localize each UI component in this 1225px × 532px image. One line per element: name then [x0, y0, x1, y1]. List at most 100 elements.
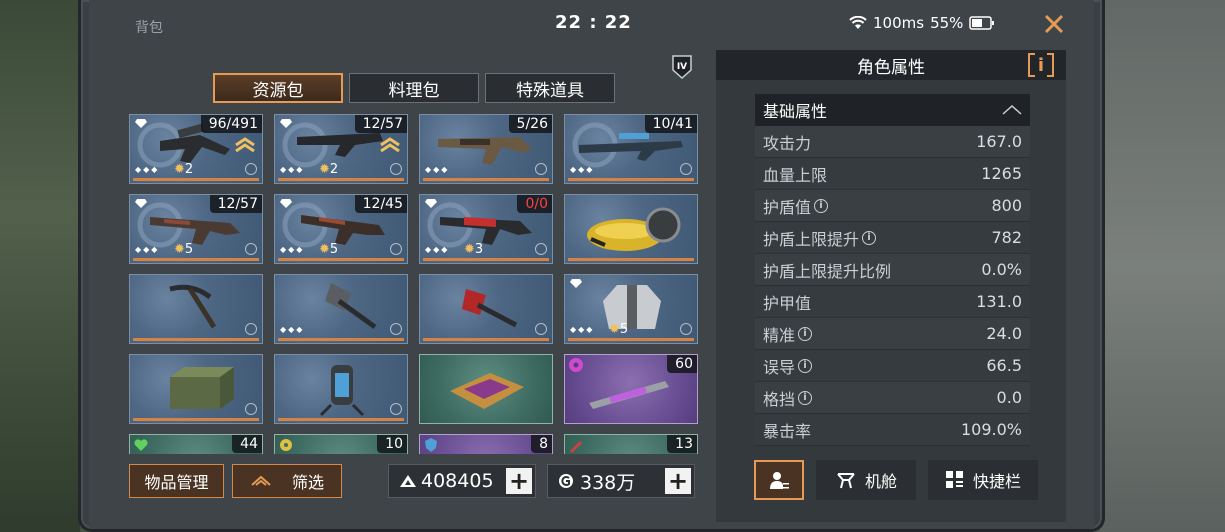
tab-food-pack[interactable]: 料理包	[349, 73, 479, 103]
tab-shortcut-bar[interactable]: 快捷栏	[928, 460, 1038, 500]
info-icon[interactable]: i	[862, 230, 877, 245]
tab-resource-pack[interactable]: 资源包	[213, 73, 343, 103]
diamond-icon	[570, 279, 582, 288]
inventory-item-row5-4[interactable]: 13	[564, 434, 698, 454]
attribute-row: 护盾值 i 800	[755, 190, 1030, 222]
item-count: 13	[667, 435, 697, 453]
attribute-name-text: 护盾上限提升比例	[763, 261, 892, 281]
quality-dots: ◆◆◆	[280, 165, 305, 174]
attributes-table: 基础属性 攻击力 167.0 血量上限 1265 护盾值 i 800 护盾上限提升 i 782 护盾…	[755, 94, 1030, 446]
shortcut-icon	[945, 471, 963, 488]
attribute-name-text: 护盾值	[763, 197, 812, 217]
durability-bar	[278, 178, 404, 181]
item-management-button[interactable]: 物品管理	[129, 464, 224, 498]
inventory-item-canister[interactable]	[274, 354, 408, 424]
inventory-item-rifle-4[interactable]: 12/57 ◆◆◆ ✹5	[129, 194, 263, 264]
inventory-item-rifle-1[interactable]: 96/491 ◆◆◆ ✹2	[129, 114, 263, 184]
slot-icon	[535, 163, 547, 175]
attribute-name: 护盾上限提升比例	[763, 258, 891, 282]
attribute-name: 误导 i	[763, 354, 813, 378]
tab-character[interactable]	[754, 460, 804, 500]
inventory-item-sniper-1[interactable]: 10/41 ◆◆◆	[564, 114, 698, 184]
inventory-item-hammer[interactable]	[419, 274, 553, 344]
tab-cabin[interactable]: 机舱	[816, 460, 916, 500]
durability-bar	[568, 338, 694, 341]
durability-bar	[568, 178, 694, 181]
panel-bottom-tabs: 机舱 快捷栏	[754, 460, 1038, 500]
attribute-name-text: 血量上限	[763, 165, 828, 185]
attribute-name: 护盾值 i	[763, 194, 829, 218]
inventory-item-rifle-2[interactable]: 12/57 ◆◆◆ ✹2	[274, 114, 408, 184]
attributes-section-header[interactable]: 基础属性	[755, 94, 1030, 126]
inventory-item-rifle-6[interactable]: 0/0 ◆◆◆ ✹3	[419, 194, 553, 264]
durability-bar	[133, 338, 259, 341]
scooter-icon	[587, 207, 681, 251]
inventory-item-axe[interactable]: ◆◆◆	[274, 274, 408, 344]
inventory-item-row5-2[interactable]: 10	[274, 434, 408, 454]
slot-icon	[390, 323, 402, 335]
info-button[interactable]: i	[1028, 53, 1054, 77]
drone-icon	[837, 473, 855, 489]
secondary-currency: 338万 +	[547, 464, 695, 498]
panel-header: 角色属性 i	[716, 50, 1066, 80]
inventory-item-row5-1[interactable]: 44	[129, 434, 263, 454]
inventory-item-card[interactable]	[419, 354, 553, 424]
inventory-item-rifle-5[interactable]: 12/45 ◆◆◆ ✹5	[274, 194, 408, 264]
quality-dots: ◆◆◆	[280, 325, 305, 334]
quality-dots: ◆◆◆	[135, 245, 160, 254]
inventory-item-row5-3[interactable]: 8	[419, 434, 553, 454]
ammo-count: 12/45	[354, 195, 407, 213]
durability-bar	[278, 338, 404, 341]
slot-icon	[680, 323, 692, 335]
attribute-row: 精准 i 24.0	[755, 318, 1030, 350]
attribute-name: 精准 i	[763, 322, 813, 346]
filter-button[interactable]: 筛选	[232, 464, 342, 498]
diamond-icon	[280, 199, 292, 208]
inventory-item-scooter[interactable]	[564, 194, 698, 264]
attribute-name-text: 精准	[763, 325, 796, 345]
info-icon[interactable]: i	[798, 390, 813, 405]
attribute-value: 131.0	[976, 292, 1022, 311]
slot-icon	[245, 163, 257, 175]
ammo-count: 96/491	[200, 115, 262, 133]
access-card-icon	[450, 373, 524, 409]
inventory-item-syringe[interactable]: 60	[564, 354, 698, 424]
slot-icon	[245, 243, 257, 255]
durability-bar	[423, 338, 549, 341]
inventory-item-armor[interactable]: ◆◆◆ ✹5	[564, 274, 698, 344]
info-icon[interactable]: i	[814, 198, 829, 213]
add-primary-currency-button[interactable]: +	[506, 468, 532, 494]
close-button[interactable]	[1038, 10, 1070, 38]
attribute-value: 782	[991, 228, 1022, 247]
ammo-count: 0/0	[517, 195, 552, 213]
attribute-row: 护盾上限提升比例 0.0%	[755, 254, 1030, 286]
add-secondary-currency-button[interactable]: +	[665, 468, 691, 494]
attribute-row: 攻击力 167.0	[755, 126, 1030, 158]
info-icon[interactable]: i	[798, 326, 813, 341]
inventory-item-crate[interactable]	[129, 354, 263, 424]
heart-plus-icon	[134, 439, 148, 451]
background-left	[0, 0, 80, 532]
durability-bar	[133, 258, 259, 261]
star-level: ✹3	[464, 242, 484, 257]
durability-bar	[278, 258, 404, 261]
durability-bar	[133, 178, 259, 181]
tab-special-items[interactable]: 特殊道具	[485, 73, 615, 103]
attribute-name: 护盾上限提升 i	[763, 226, 877, 250]
status-bar: 背包 22 : 22 100ms 55%	[89, 0, 1094, 46]
attribute-name-text: 误导	[763, 357, 796, 377]
attribute-row: 误导 i 66.5	[755, 350, 1030, 382]
battery-text: 55%	[930, 14, 964, 32]
pickaxe-icon	[169, 284, 217, 329]
inventory-item-rifle-3[interactable]: 5/26 ◆◆◆	[419, 114, 553, 184]
attribute-row: 暴击率 109.0%	[755, 414, 1030, 446]
secondary-currency-amount: 338万	[580, 471, 636, 494]
screen-title: 背包	[135, 20, 163, 36]
inventory-item-pickaxe[interactable]	[129, 274, 263, 344]
tab-cabin-label: 机舱	[864, 472, 897, 491]
chevron-up-icon	[1002, 105, 1022, 115]
tier-label: IV	[677, 62, 687, 72]
diamond-icon	[280, 119, 292, 128]
info-icon[interactable]: i	[798, 358, 813, 373]
tier-badge: IV	[671, 54, 693, 80]
